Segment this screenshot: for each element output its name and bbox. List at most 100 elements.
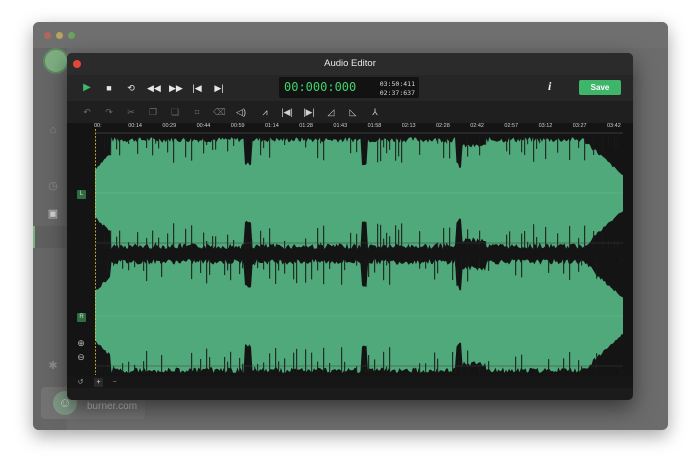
left-channel-transient-bottom bbox=[485, 241, 487, 249]
normalize-icon[interactable]: |▶| bbox=[303, 106, 315, 118]
play-icon[interactable]: ▶ bbox=[81, 82, 93, 94]
fast-forward-icon[interactable]: ▶▶ bbox=[169, 82, 183, 94]
right-channel-transient-top bbox=[596, 259, 598, 279]
left-channel-transient-top bbox=[356, 137, 358, 153]
left-channel-transient-top bbox=[443, 137, 445, 159]
reset-icon[interactable]: ↺ bbox=[76, 378, 85, 387]
sidebar-item-active[interactable] bbox=[33, 226, 67, 248]
right-channel-transient-top bbox=[245, 259, 247, 268]
left-channel-transient-bottom bbox=[269, 228, 271, 249]
left-channel-transient-bottom bbox=[155, 242, 157, 249]
add-track-icon[interactable]: + bbox=[94, 378, 103, 387]
left-channel-transient-top bbox=[167, 137, 169, 153]
left-channel-transient-bottom bbox=[146, 238, 148, 249]
left-channel-transient-bottom bbox=[506, 234, 508, 249]
right-channel-transient-bottom bbox=[467, 350, 469, 373]
right-channel-transient-top bbox=[101, 259, 103, 264]
loop-icon[interactable]: ⟲ bbox=[125, 82, 137, 94]
briefcase-icon[interactable]: ▣ bbox=[47, 208, 59, 220]
right-channel-transient-top bbox=[578, 259, 580, 272]
rewind-icon[interactable]: ◀◀ bbox=[147, 82, 161, 94]
channel-right-badge[interactable]: R bbox=[77, 313, 86, 322]
effects-icon[interactable]: ⅄ bbox=[369, 106, 381, 118]
close-editor-button[interactable] bbox=[73, 60, 81, 68]
channel-left-badge[interactable]: L bbox=[77, 190, 86, 199]
volume-icon[interactable]: ◁) bbox=[235, 106, 247, 118]
left-channel-transient-top bbox=[185, 137, 187, 158]
left-channel-transient-top bbox=[395, 137, 397, 161]
skip-to-start-icon[interactable]: |◀ bbox=[191, 82, 203, 94]
copy-icon[interactable]: ❐ bbox=[147, 106, 159, 118]
maximize-window-button[interactable] bbox=[68, 32, 75, 39]
left-channel-transient-top bbox=[608, 137, 610, 145]
stop-icon[interactable]: ■ bbox=[103, 82, 115, 94]
left-channel-transient-top bbox=[206, 137, 208, 146]
left-channel-transient-bottom bbox=[95, 238, 97, 249]
left-channel-transient-bottom bbox=[365, 245, 367, 249]
undo-icon[interactable]: ↶ bbox=[81, 106, 93, 118]
left-channel-transient-top bbox=[203, 137, 205, 154]
time-display: 00:000:000 03:50:411 02:37:637 bbox=[279, 77, 419, 98]
paste-icon[interactable]: ❏ bbox=[169, 106, 181, 118]
left-channel-transient-top bbox=[260, 137, 262, 156]
fade-out-icon[interactable]: ◺ bbox=[347, 106, 359, 118]
right-channel-transient-bottom bbox=[278, 361, 280, 373]
fade-in-icon[interactable]: ◿ bbox=[325, 106, 337, 118]
crop-icon[interactable]: ⌗ bbox=[191, 106, 203, 118]
left-channel-transient-top bbox=[137, 137, 139, 154]
waveform-area[interactable]: 00: 00:14 00:29 00:44 00:59 01:14 01:28 01:43 01… bbox=[67, 123, 633, 388]
skip-to-end-icon[interactable]: ▶| bbox=[213, 82, 225, 94]
app-logo-icon bbox=[43, 48, 69, 74]
remove-track-icon[interactable]: − bbox=[110, 378, 119, 387]
settings-icon[interactable]: ✱ bbox=[47, 360, 59, 372]
right-channel-transient-bottom bbox=[356, 366, 358, 373]
left-channel-transient-bottom bbox=[227, 234, 229, 249]
left-channel-transient-bottom bbox=[521, 233, 523, 249]
right-channel-transient-bottom bbox=[386, 366, 388, 373]
zoom-out-icon[interactable]: ⊖ bbox=[76, 352, 86, 362]
right-channel-transient-top bbox=[143, 259, 145, 271]
right-channel-transient-top bbox=[278, 259, 280, 271]
right-channel-transient-top bbox=[230, 259, 232, 281]
right-channel-transient-top bbox=[374, 259, 376, 273]
left-channel-transient-bottom bbox=[203, 232, 205, 249]
left-channel-transient-top bbox=[386, 137, 388, 154]
right-channel-transient-bottom bbox=[311, 352, 313, 373]
right-channel-transient-bottom bbox=[461, 361, 463, 373]
left-channel-transient-top bbox=[263, 137, 265, 149]
right-channel-transient-top bbox=[107, 259, 109, 275]
redo-icon[interactable]: ↷ bbox=[103, 106, 115, 118]
delete-icon[interactable]: ⌫ bbox=[213, 106, 226, 118]
left-channel-transient-top bbox=[251, 137, 253, 148]
info-button[interactable]: i bbox=[548, 79, 551, 94]
left-channel-transient-bottom bbox=[467, 229, 469, 249]
left-channel-transient-bottom bbox=[617, 238, 619, 249]
right-channel-transient-bottom bbox=[452, 351, 454, 373]
left-channel-transient-top bbox=[614, 137, 616, 149]
right-channel-transient-top bbox=[284, 259, 286, 274]
fade-in-out-icon[interactable]: |◀| bbox=[281, 106, 293, 118]
cut-icon[interactable]: ✂ bbox=[125, 106, 137, 118]
right-channel-transient-top bbox=[386, 259, 388, 266]
right-channel-transient-top bbox=[515, 259, 517, 276]
minimize-window-button[interactable] bbox=[56, 32, 63, 39]
save-button[interactable]: Save bbox=[579, 80, 621, 95]
close-window-button[interactable] bbox=[44, 32, 51, 39]
right-channel-transient-top bbox=[467, 259, 469, 282]
clock-icon[interactable]: ◷ bbox=[47, 180, 59, 192]
left-channel-transient-bottom bbox=[524, 231, 526, 249]
left-channel-transient-bottom bbox=[602, 234, 604, 249]
home-icon[interactable]: ⌂ bbox=[47, 124, 59, 136]
amplify-icon[interactable]: ⩘ bbox=[259, 106, 271, 118]
right-channel-transient-top bbox=[269, 259, 271, 279]
left-channel-transient-top bbox=[269, 137, 271, 158]
left-channel-transient-bottom bbox=[578, 238, 580, 249]
left-channel-transient-bottom bbox=[263, 237, 265, 249]
left-channel-transient-top bbox=[521, 137, 523, 153]
right-channel-transient-bottom bbox=[296, 348, 298, 373]
right-channel-transient-bottom bbox=[344, 361, 346, 373]
zoom-in-icon[interactable]: ⊕ bbox=[76, 338, 86, 348]
waveform-canvas[interactable] bbox=[67, 123, 633, 388]
right-channel-transient-top bbox=[293, 259, 295, 280]
background-titlebar bbox=[33, 22, 668, 48]
